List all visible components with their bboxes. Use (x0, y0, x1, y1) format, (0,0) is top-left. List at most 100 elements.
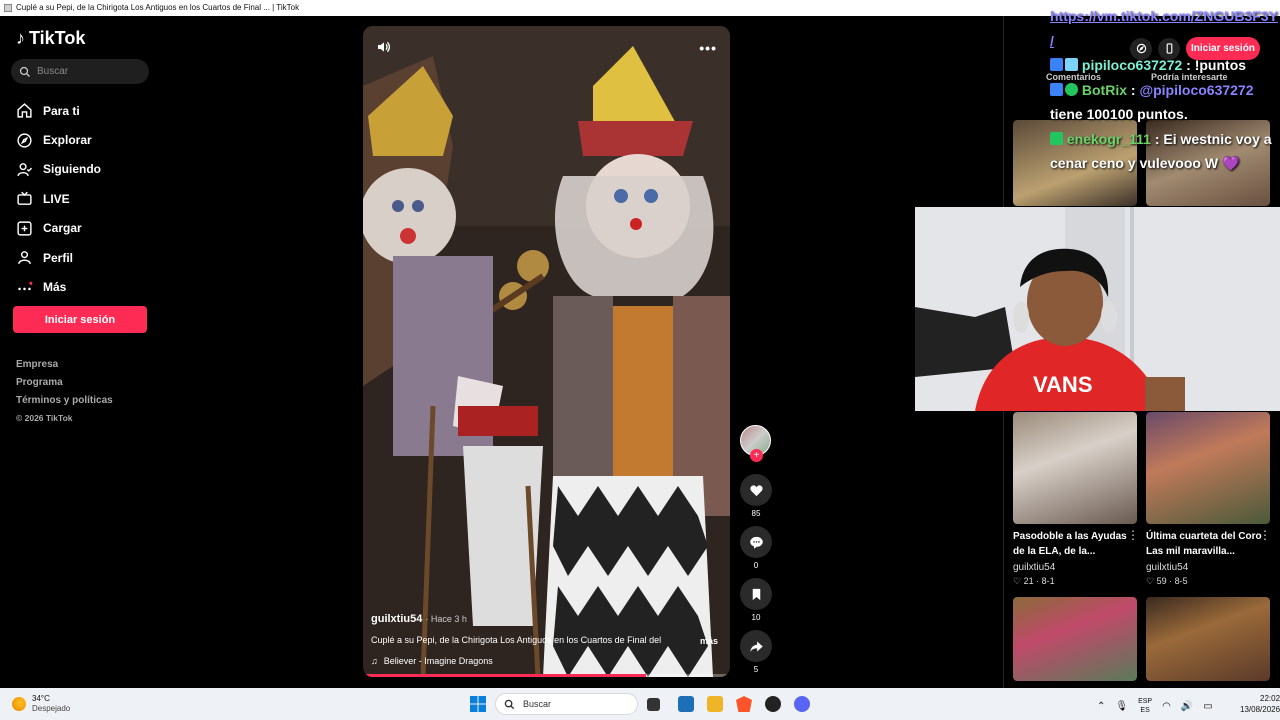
clock[interactable]: 22:02 13/08/2026 (1240, 693, 1280, 715)
weather-desc: Despejado (32, 704, 71, 713)
window-title: Cuplé a su Pepi, de la Chirigota Los Ant… (16, 3, 300, 12)
video-author[interactable]: guilxtiu54 (371, 613, 422, 625)
language-indicator[interactable]: ESP ES (1138, 697, 1152, 715)
login-button[interactable]: Iniciar sesión (13, 306, 147, 333)
sidebar-item-siguiendo[interactable]: Siguiendo (16, 155, 101, 184)
thumb-stats-2: ♡ 59 · 8-5 (1146, 576, 1188, 586)
author-avatar[interactable]: + (740, 425, 771, 462)
sidebar-item-explorar[interactable]: Explorar (16, 125, 101, 154)
sidebar-item-label: Más (43, 280, 67, 295)
bookmark-icon (752, 588, 760, 600)
logo-text: TikTok (29, 28, 86, 48)
sidebar-item-mas[interactable]: Más (16, 272, 101, 301)
tiktok-logo[interactable]: ♪ TikTok (16, 28, 85, 49)
taskbar-search[interactable]: Buscar (495, 693, 638, 715)
chat-sep: : (1127, 81, 1140, 98)
copyright: © 2026 TikTok (16, 413, 73, 423)
footer-link-terminos[interactable]: Términos y políticas (16, 395, 113, 413)
like-button[interactable] (740, 474, 772, 506)
thumb-card-2[interactable] (1146, 412, 1270, 524)
chat-message-2-cont: tiene 100100 puntos. (1050, 106, 1188, 122)
video-player[interactable]: ••• guilxtiu54 · Hace 3 h Cuplé a su Pep… (363, 26, 730, 677)
follow-plus-icon[interactable]: + (750, 449, 763, 462)
comment-button[interactable] (740, 526, 772, 558)
video-more-button[interactable]: más (700, 636, 718, 646)
thumb-card-3[interactable] (1013, 597, 1137, 681)
weather-widget[interactable]: 34°C Despejado (12, 694, 70, 714)
thumb-title-2[interactable]: Última cuarteta del Coro Las mil maravil… (1146, 529, 1266, 559)
sidebar-item-label: Cargar (43, 221, 82, 236)
following-icon (17, 163, 33, 177)
video-progress-bar[interactable] (363, 674, 730, 677)
discord-icon[interactable] (794, 696, 810, 712)
footer-link-programa[interactable]: Programa (16, 377, 113, 395)
webcam-overlay: VANS (915, 207, 1280, 411)
share-button[interactable] (740, 630, 772, 662)
search-icon (19, 66, 30, 77)
chat-message-2: BotRix : @pipiloco637272 (1050, 78, 1280, 103)
thumb-stats-1: ♡ 21 · 8-1 (1013, 576, 1055, 586)
sidebar-item-para-ti[interactable]: Para ti (16, 96, 101, 125)
tray-chevron-icon[interactable]: ⌃ (1097, 701, 1105, 712)
more-icon (18, 281, 33, 290)
sidebar: ♪ TikTok Buscar Para ti Explorar Siguien… (0, 16, 165, 688)
wifi-icon[interactable]: ◠ (1162, 701, 1171, 712)
music-title: Believer - Imagine Dragons (383, 656, 493, 666)
save-button[interactable] (740, 578, 772, 610)
thumb-image (1146, 412, 1270, 524)
video-more-options-icon[interactable]: ••• (699, 40, 717, 56)
footer-link-empresa[interactable]: Empresa (16, 359, 113, 377)
sidebar-nav: Para ti Explorar Siguiendo LIVE Cargar P… (16, 96, 101, 302)
thumb-user-1[interactable]: guilxtiu54 (1013, 562, 1055, 573)
sidebar-item-label: Para ti (43, 103, 80, 118)
favicon-icon (4, 4, 12, 12)
chat-badge-icon (1065, 58, 1078, 71)
chat-badge-icon (1050, 58, 1063, 71)
thumb-card-1[interactable] (1013, 412, 1137, 524)
sidebar-item-label: LIVE (43, 191, 70, 206)
taskbar: 34°C Despejado Buscar ⌃ 🎙 ESP ES ◠ 🔊 ▭ 2… (0, 688, 1280, 720)
chat-link-tail: / (1050, 32, 1054, 49)
battery-icon[interactable]: ▭ (1203, 701, 1212, 712)
thumb-image (1013, 597, 1137, 681)
thumb-title-1[interactable]: Pasodoble a las Ayudas de la ELA, de la.… (1013, 529, 1133, 559)
chat-badge-icon (1050, 131, 1063, 145)
thumb-image (1146, 597, 1270, 681)
save-count: 10 (751, 613, 761, 622)
video-ago: · Hace 3 h (425, 614, 467, 624)
brave-icon[interactable] (736, 696, 752, 712)
thumb-card-4[interactable] (1146, 597, 1270, 681)
taskbar-search-placeholder: Buscar (523, 699, 552, 709)
volume-tray-icon[interactable]: 🔊 (1181, 701, 1193, 712)
sidebar-item-live[interactable]: LIVE (16, 184, 101, 213)
comment-count: 0 (753, 561, 759, 570)
thumb-more-icon-1[interactable]: ⋮ (1127, 528, 1139, 542)
sidebar-item-label: Siguiendo (43, 162, 101, 177)
windows-start-icon[interactable] (470, 696, 486, 712)
home-icon (17, 103, 32, 118)
chat-message-3: enekogr_111 : Ei westnic voy a cenar cen… (1050, 127, 1280, 176)
store-icon[interactable] (678, 696, 694, 712)
chat-mention: @pipiloco637272 (1139, 81, 1254, 98)
folder-icon[interactable] (707, 696, 723, 712)
search-icon (504, 699, 515, 709)
thumb-user-2[interactable]: guilxtiu54 (1146, 562, 1188, 573)
mic-icon[interactable]: 🎙 (1115, 701, 1128, 712)
weather-temp: 34°C (32, 694, 50, 703)
verified-icon (1065, 82, 1078, 96)
thumb-more-icon-2[interactable]: ⋮ (1259, 528, 1271, 542)
search-placeholder: Buscar (37, 66, 69, 77)
heart-icon (749, 484, 763, 496)
search-input[interactable]: Buscar (11, 59, 149, 84)
like-count: 85 (751, 509, 761, 518)
video-music[interactable]: ♫ Believer - Imagine Dragons (371, 656, 493, 666)
obs-icon[interactable] (765, 696, 781, 712)
compass-icon (17, 132, 32, 148)
sidebar-item-cargar[interactable]: Cargar (16, 214, 101, 243)
sidebar-item-perfil[interactable]: Perfil (16, 243, 101, 272)
volume-icon[interactable] (376, 39, 392, 55)
chat-link[interactable]: https://vm.tiktok.com/ZNGUB3F3Y (1050, 8, 1278, 24)
task-view-icon[interactable] (647, 698, 660, 711)
chat-badge-icon (1050, 82, 1063, 96)
video-actions: + 85 0 10 5 (740, 425, 772, 682)
